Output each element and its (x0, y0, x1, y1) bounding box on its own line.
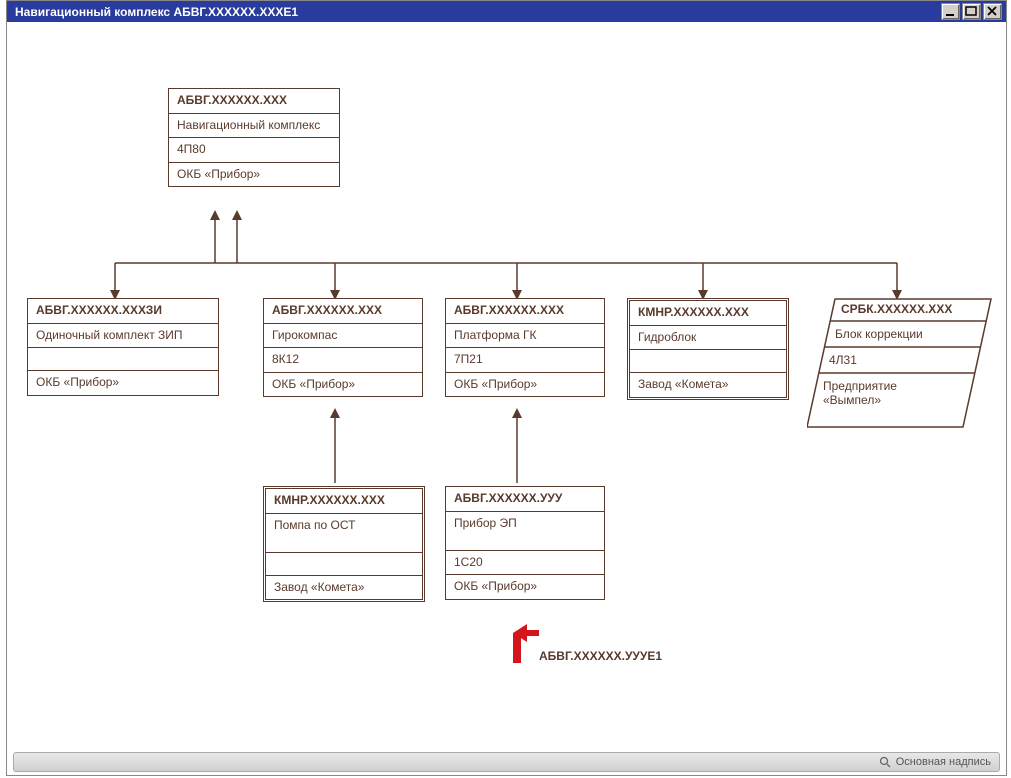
node-code: АБВГ.ХХХХХХ.ХХХ (169, 89, 339, 113)
node-desc: Гидроблок (630, 325, 786, 350)
node-num: 8К12 (264, 347, 422, 372)
node-n1[interactable]: АБВГ.ХХХХХХ.ХХХЗИ Одиночный комплект ЗИП… (27, 298, 219, 396)
window-controls (941, 3, 1002, 20)
close-button[interactable] (983, 3, 1002, 20)
node-mfr: ОКБ «Прибор» (446, 574, 604, 599)
node-n7[interactable]: АБВГ.ХХХХХХ.УУУ Прибор ЭП 1С20 ОКБ «Приб… (445, 486, 605, 600)
node-code: АБВГ.ХХХХХХ.ХХХ (446, 299, 604, 323)
node-desc: Платформа ГК (446, 323, 604, 348)
node-desc: Гирокомпас (264, 323, 422, 348)
search-icon (879, 756, 891, 768)
node-desc: Помпа по ОСТ (266, 513, 422, 552)
window-title: Навигационный комплекс АБВГ.ХХХХХХ.ХХХЕ1 (15, 5, 298, 19)
node-root[interactable]: АБВГ.ХХХХХХ.ХХХ Навигационный комплекс 4… (168, 88, 340, 187)
node-num: 7П21 (446, 347, 604, 372)
status-bar: Основная надпись (13, 752, 1000, 772)
node-mfr: ОКБ «Прибор» (28, 370, 218, 395)
node-code: КМНР.ХХХХХХ.ХХХ (266, 489, 422, 513)
node-mfr: Предприятие «Вымпел» (823, 379, 943, 407)
node-num: 1С20 (446, 550, 604, 575)
node-n5[interactable]: СРБК.ХХХХХХ.ХХХ Блок коррекции 4Л31 Пред… (807, 298, 992, 428)
node-code: АБВГ.ХХХХХХ.ХХХ (264, 299, 422, 323)
app-window: Навигационный комплекс АБВГ.ХХХХХХ.ХХХЕ1 (6, 0, 1007, 776)
node-n2[interactable]: АБВГ.ХХХХХХ.ХХХ Гирокомпас 8К12 ОКБ «При… (263, 298, 423, 397)
node-num: 4П80 (169, 137, 339, 162)
node-n3[interactable]: АБВГ.ХХХХХХ.ХХХ Платформа ГК 7П21 ОКБ «П… (445, 298, 605, 397)
node-num (266, 552, 422, 575)
diagram-canvas: АБВГ.ХХХХХХ.ХХХ Навигационный комплекс 4… (7, 23, 1006, 751)
node-code: АБВГ.ХХХХХХ.УУУ (446, 487, 604, 511)
node-code: АБВГ.ХХХХХХ.ХХХЗИ (28, 299, 218, 323)
node-mfr: ОКБ «Прибор» (446, 372, 604, 397)
node-mfr: Завод «Комета» (630, 372, 786, 397)
node-desc: Навигационный комплекс (169, 113, 339, 138)
node-desc: Блок коррекции (835, 327, 923, 341)
node-code: КМНР.ХХХХХХ.ХХХ (630, 301, 786, 325)
node-num: 4Л31 (829, 353, 857, 367)
callout-label: АБВГ.ХХХХХХ.УУУЕ1 (539, 649, 662, 663)
node-desc: Одиночный комплект ЗИП (28, 323, 218, 348)
minimize-button[interactable] (941, 3, 960, 20)
maximize-button[interactable] (962, 3, 981, 20)
title-bar: Навигационный комплекс АБВГ.ХХХХХХ.ХХХЕ1 (7, 1, 1006, 22)
node-desc: Прибор ЭП (446, 511, 604, 550)
node-num (28, 347, 218, 370)
node-mfr: ОКБ «Прибор» (169, 162, 339, 187)
node-n4[interactable]: КМНР.ХХХХХХ.ХХХ Гидроблок Завод «Комета» (627, 298, 789, 400)
status-text[interactable]: Основная надпись (896, 756, 991, 768)
node-n6[interactable]: КМНР.ХХХХХХ.ХХХ Помпа по ОСТ Завод «Коме… (263, 486, 425, 602)
node-mfr: Завод «Комета» (266, 575, 422, 600)
node-mfr: ОКБ «Прибор» (264, 372, 422, 397)
node-num (630, 349, 786, 372)
node-code: СРБК.ХХХХХХ.ХХХ (841, 302, 952, 316)
